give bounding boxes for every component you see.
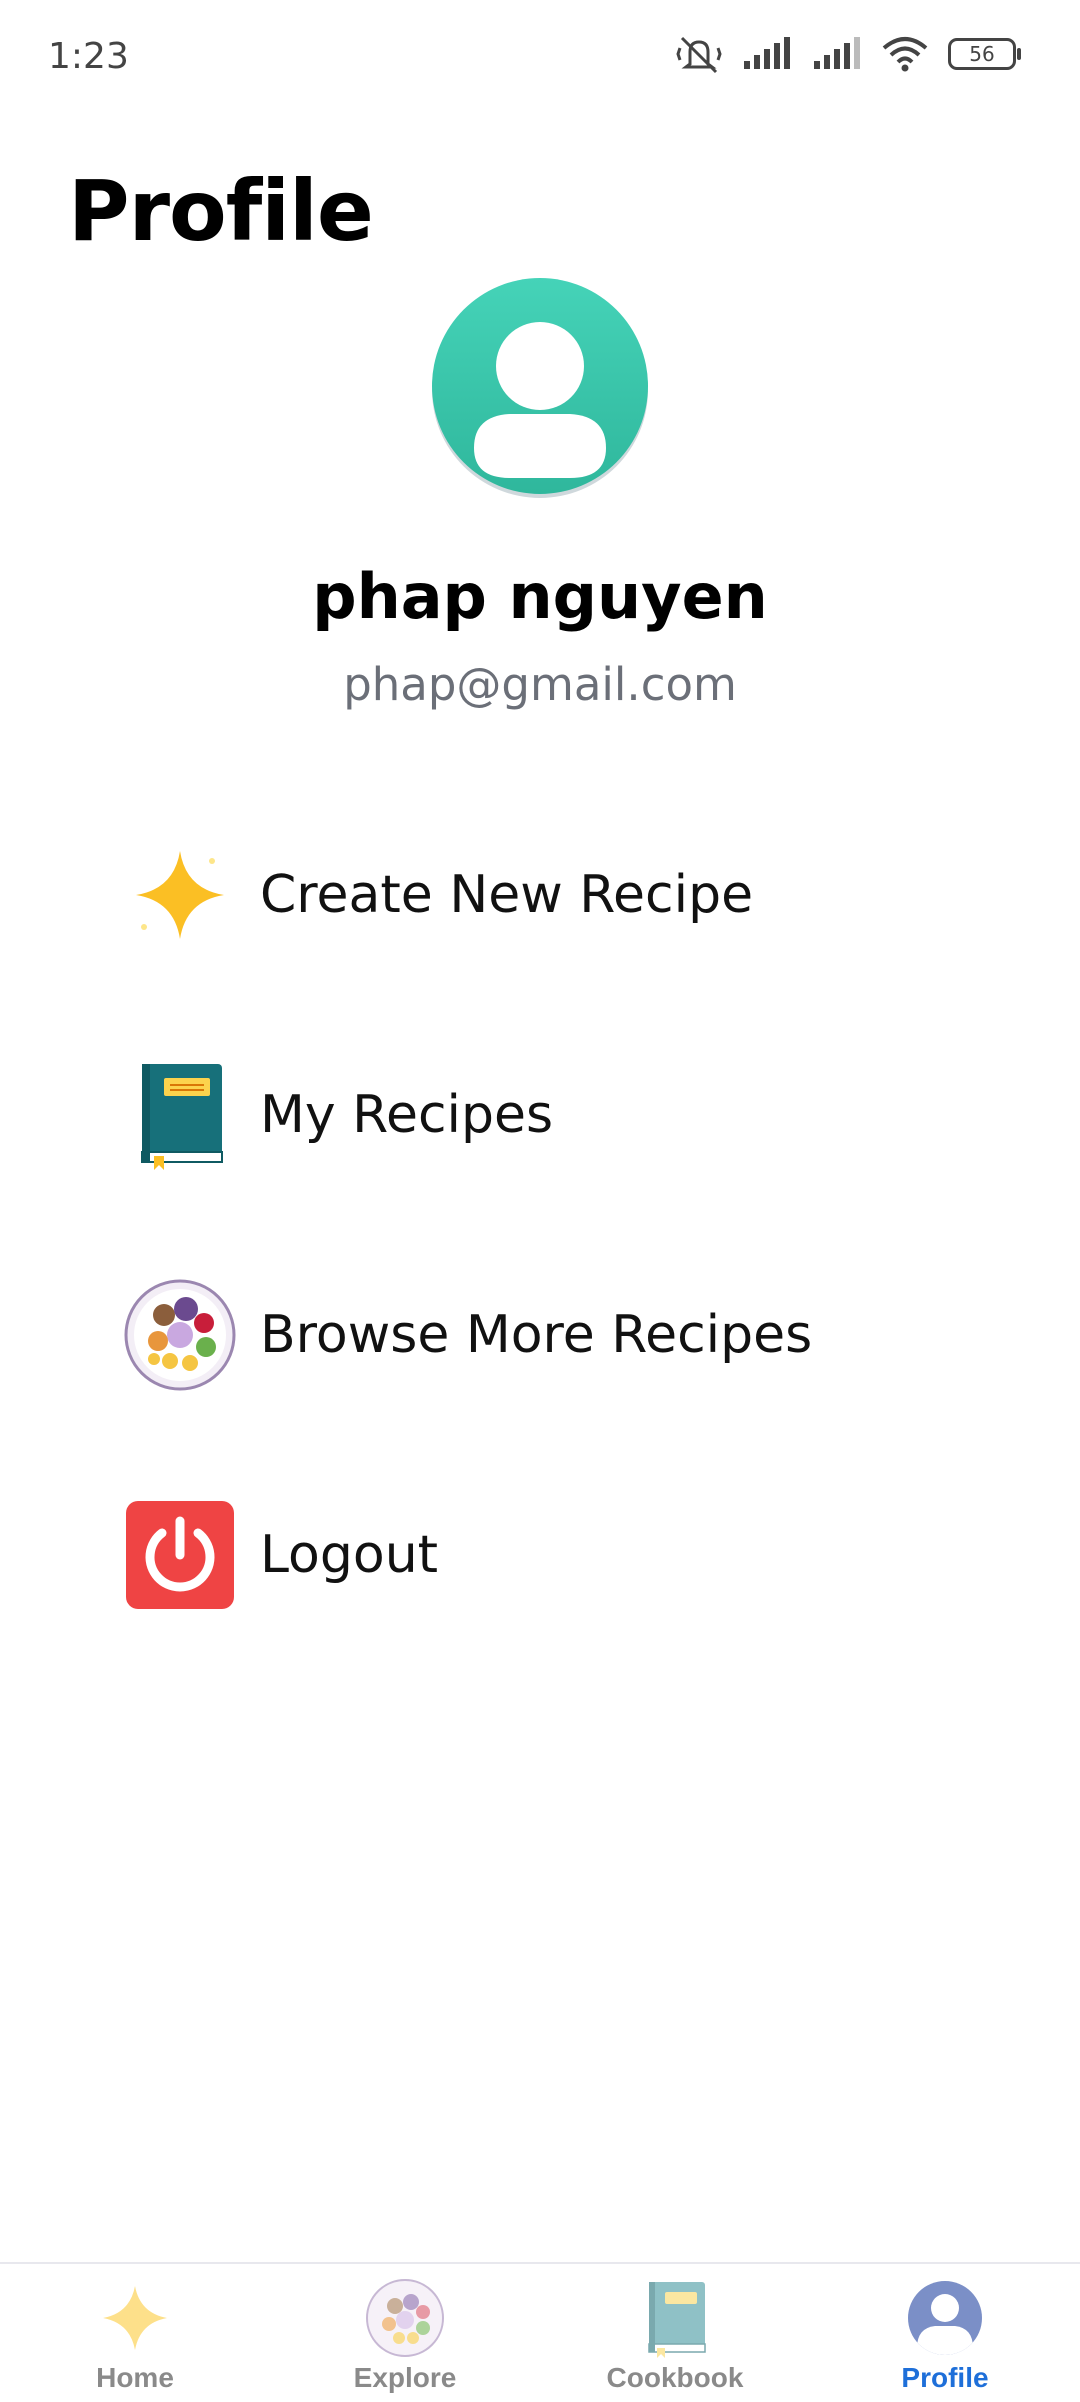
nav-label: Cookbook — [606, 2362, 744, 2393]
menu-item-label: My Recipes — [260, 1085, 554, 1145]
nav-item-cookbook[interactable]: Cookbook — [540, 2264, 810, 2402]
user-name: phap nguyen — [312, 560, 768, 633]
status-time: 1:23 — [48, 36, 129, 77]
menu-item-label: Browse More Recipes — [260, 1305, 813, 1365]
menu-item-my-recipes[interactable]: My Recipes — [120, 1055, 960, 1175]
page-title: Profile — [68, 162, 374, 260]
status-bar: 1:23 56 — [0, 0, 1080, 110]
signal-icon — [744, 37, 790, 69]
avatar-icon — [908, 2281, 982, 2355]
mute-icon — [676, 36, 722, 74]
nav-label: Explore — [353, 2362, 457, 2393]
signal-icon — [814, 37, 860, 69]
nav-label: Home — [96, 2362, 174, 2393]
bottom-nav: Home Explore Cookbook Profile — [0, 2262, 1080, 2402]
nav-item-home[interactable]: Home — [0, 2264, 270, 2402]
sparkle-icon — [103, 2286, 167, 2350]
food-plate-icon — [120, 1275, 240, 1395]
user-email: phap@gmail.com — [343, 658, 737, 711]
book-icon — [120, 1055, 240, 1175]
menu-item-browse-more-recipes[interactable]: Browse More Recipes — [120, 1275, 960, 1395]
menu-item-logout[interactable]: Logout — [120, 1495, 960, 1615]
avatar-icon[interactable] — [430, 278, 650, 498]
nav-item-explore[interactable]: Explore — [270, 2264, 540, 2402]
menu-item-label: Create New Recipe — [260, 865, 754, 925]
sparkle-icon — [120, 835, 240, 955]
nav-item-profile[interactable]: Profile — [810, 2264, 1080, 2402]
menu-item-label: Logout — [260, 1525, 439, 1585]
battery-icon: 56 — [948, 38, 1021, 70]
food-plate-icon — [366, 2279, 444, 2357]
nav-label: Profile — [901, 2362, 989, 2393]
status-icons: 56 — [676, 34, 1021, 74]
book-icon — [648, 2282, 706, 2358]
power-icon — [120, 1495, 240, 1615]
menu-item-create-new-recipe[interactable]: Create New Recipe — [120, 835, 960, 955]
wifi-icon — [882, 37, 928, 72]
